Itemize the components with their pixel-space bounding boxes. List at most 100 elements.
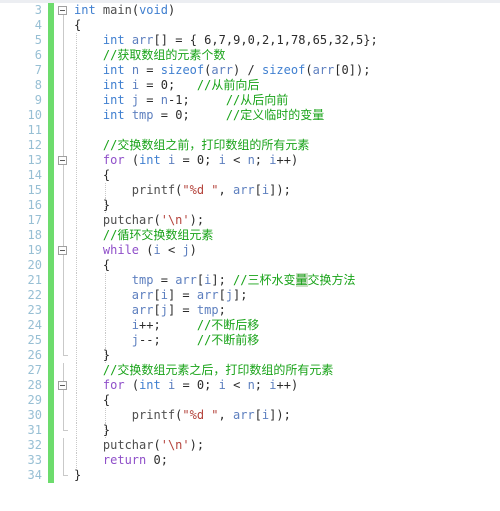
fold-collapse-icon[interactable] xyxy=(58,156,67,165)
fold-column[interactable] xyxy=(56,258,72,273)
fold-column[interactable] xyxy=(56,153,72,168)
code-text[interactable]: } xyxy=(74,468,81,483)
code-text[interactable]: int main(void) xyxy=(74,3,175,18)
code-line[interactable]: 11 xyxy=(0,123,500,138)
code-line[interactable]: 23 arr[j] = tmp; xyxy=(0,303,500,318)
code-text[interactable]: printf("%d ", arr[i]); xyxy=(74,408,291,423)
code-line[interactable]: 22 arr[i] = arr[j]; xyxy=(0,288,500,303)
fold-collapse-icon[interactable] xyxy=(58,381,67,390)
code-text[interactable]: //交换数组元素之后，打印数组的所有元素 xyxy=(74,363,333,378)
code-line[interactable]: 13 for (int i = 0; i < n; i++) xyxy=(0,153,500,168)
code-editor[interactable]: 3 int main(void) 4{5 int arr[] = { 6,7,9,0… xyxy=(0,0,500,511)
code-line[interactable]: 21 tmp = arr[i]; //三杯水变量交换方法 xyxy=(0,273,500,288)
fold-column[interactable] xyxy=(56,138,72,153)
fold-column[interactable] xyxy=(56,318,72,333)
code-line[interactable]: 7 int n = sizeof(arr) / sizeof(arr[0]); xyxy=(0,63,500,78)
fold-column[interactable] xyxy=(56,63,72,78)
code-line[interactable]: 5 int arr[] = { 6,7,9,0,2,1,78,65,32,5}; xyxy=(0,33,500,48)
fold-column[interactable] xyxy=(56,273,72,288)
code-line[interactable]: 20 { xyxy=(0,258,500,273)
fold-column[interactable] xyxy=(56,93,72,108)
fold-column[interactable] xyxy=(56,48,72,63)
code-text[interactable]: printf("%d ", arr[i]); xyxy=(74,183,291,198)
fold-column[interactable] xyxy=(56,243,72,258)
fold-column[interactable] xyxy=(56,33,72,48)
code-line[interactable]: 32 putchar('\n'); xyxy=(0,438,500,453)
fold-column[interactable] xyxy=(56,438,72,453)
fold-column[interactable] xyxy=(56,393,72,408)
code-text[interactable]: } xyxy=(74,348,110,363)
code-line[interactable]: 12 //交换数组之前，打印数组的所有元素 xyxy=(0,138,500,153)
fold-column[interactable] xyxy=(56,303,72,318)
fold-column[interactable] xyxy=(56,333,72,348)
code-text[interactable]: while (i < j) xyxy=(74,243,197,258)
code-text[interactable]: putchar('\n'); xyxy=(74,213,204,228)
fold-column[interactable] xyxy=(56,408,72,423)
code-text[interactable]: { xyxy=(74,258,110,273)
fold-collapse-icon[interactable] xyxy=(58,246,67,255)
code-line[interactable]: 33 return 0; xyxy=(0,453,500,468)
code-line[interactable]: 4{ xyxy=(0,18,500,33)
code-text[interactable]: i++; //不断后移 xyxy=(74,318,260,333)
code-text[interactable]: } xyxy=(74,198,110,213)
code-line[interactable]: 34} xyxy=(0,468,500,483)
code-text[interactable]: //交换数组之前，打印数组的所有元素 xyxy=(74,138,309,153)
code-line[interactable]: 8 int i = 0; //从前向后 xyxy=(0,78,500,93)
fold-column[interactable] xyxy=(56,198,72,213)
code-line[interactable]: 31 } xyxy=(0,423,500,438)
fold-column[interactable] xyxy=(56,453,72,468)
code-text[interactable]: putchar('\n'); xyxy=(74,438,204,453)
fold-column[interactable] xyxy=(56,18,72,33)
code-text[interactable]: return 0; xyxy=(74,453,168,468)
code-text[interactable]: arr[j] = tmp; xyxy=(74,303,226,318)
code-line[interactable]: 15 printf("%d ", arr[i]); xyxy=(0,183,500,198)
fold-column[interactable] xyxy=(56,288,72,303)
code-line[interactable]: 19 while (i < j) xyxy=(0,243,500,258)
code-line[interactable]: 10 int tmp = 0; //定义临时的变量 xyxy=(0,108,500,123)
code-text[interactable]: int tmp = 0; //定义临时的变量 xyxy=(74,108,324,123)
code-text[interactable]: arr[i] = arr[j]; xyxy=(74,288,248,303)
code-text[interactable]: int n = sizeof(arr) / sizeof(arr[0]); xyxy=(74,63,371,78)
code-line[interactable]: 16 } xyxy=(0,198,500,213)
code-line[interactable]: 26 } xyxy=(0,348,500,363)
code-text[interactable]: for (int i = 0; i < n; i++) xyxy=(74,378,298,393)
code-text[interactable]: int j = n-1; //从后向前 xyxy=(74,93,288,108)
code-line[interactable]: 17 putchar('\n'); xyxy=(0,213,500,228)
code-line[interactable]: 30 printf("%d ", arr[i]); xyxy=(0,408,500,423)
code-line[interactable]: 27 //交换数组元素之后，打印数组的所有元素 xyxy=(0,363,500,378)
fold-column[interactable] xyxy=(56,78,72,93)
code-line[interactable]: 14 { xyxy=(0,168,500,183)
code-line[interactable]: 3 int main(void) xyxy=(0,3,500,18)
code-text[interactable]: for (int i = 0; i < n; i++) xyxy=(74,153,298,168)
code-text[interactable]: { xyxy=(74,18,81,33)
fold-column[interactable] xyxy=(56,213,72,228)
fold-column[interactable] xyxy=(56,363,72,378)
code-text[interactable]: //循环交换数组元素 xyxy=(74,228,213,243)
code-line[interactable]: 6 //获取数组的元素个数 xyxy=(0,48,500,63)
code-text[interactable]: int arr[] = { 6,7,9,0,2,1,78,65,32,5}; xyxy=(74,33,378,48)
fold-column[interactable] xyxy=(56,423,72,438)
code-text[interactable]: //获取数组的元素个数 xyxy=(74,48,225,63)
code-line[interactable]: 29 { xyxy=(0,393,500,408)
code-text[interactable]: { xyxy=(74,393,110,408)
code-lines-container[interactable]: 3 int main(void) 4{5 int arr[] = { 6,7,9,0… xyxy=(0,3,500,511)
fold-column[interactable] xyxy=(56,468,72,483)
fold-column[interactable] xyxy=(56,168,72,183)
code-text[interactable]: j--; //不断前移 xyxy=(74,333,260,348)
code-line[interactable]: 25 j--; //不断前移 xyxy=(0,333,500,348)
fold-column[interactable] xyxy=(56,123,72,138)
code-line[interactable]: 9 int j = n-1; //从后向前 xyxy=(0,93,500,108)
fold-collapse-icon[interactable] xyxy=(58,6,67,15)
code-text[interactable]: { xyxy=(74,168,110,183)
fold-column[interactable] xyxy=(56,228,72,243)
fold-column[interactable] xyxy=(56,108,72,123)
code-line[interactable]: 24 i++; //不断后移 xyxy=(0,318,500,333)
code-text[interactable]: tmp = arr[i]; //三杯水变量交换方法 xyxy=(74,273,356,288)
code-text[interactable]: } xyxy=(74,423,110,438)
code-line[interactable]: 28 for (int i = 0; i < n; i++) xyxy=(0,378,500,393)
fold-column[interactable] xyxy=(56,348,72,363)
code-text[interactable]: int i = 0; //从前向后 xyxy=(74,78,259,93)
fold-column[interactable] xyxy=(56,183,72,198)
fold-column[interactable] xyxy=(56,378,72,393)
fold-column[interactable] xyxy=(56,3,72,18)
